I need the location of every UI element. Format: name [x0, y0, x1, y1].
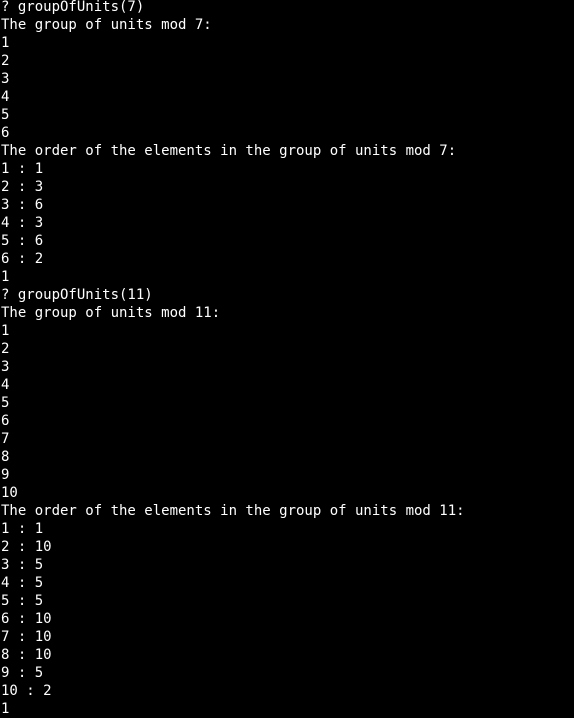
terminal-line: The group of units mod 11: [1, 305, 221, 321]
terminal-line: 9 : 5 [1, 665, 44, 681]
terminal-output[interactable]: ? groupOfUnits(7) The group of units mod… [0, 0, 574, 718]
terminal-line: 3 : 5 [1, 557, 44, 573]
terminal-line: 1 [1, 269, 10, 285]
terminal-line: 7 : 10 [1, 629, 52, 645]
terminal-line: 10 : 2 [1, 683, 52, 699]
terminal-line: 1 : 1 [1, 161, 44, 177]
terminal-line: 5 [1, 107, 10, 123]
terminal-line: 6 [1, 125, 10, 141]
terminal-line: 3 [1, 71, 10, 87]
terminal-line: 5 : 5 [1, 593, 44, 609]
terminal-line: 10 [1, 485, 18, 501]
terminal-line: 7 [1, 431, 10, 447]
terminal-line: 6 : 2 [1, 251, 44, 267]
terminal-line: ? groupOfUnits(7) [1, 0, 145, 15]
terminal-line: 2 [1, 341, 10, 357]
terminal-line: ? groupOfUnits(11) [1, 287, 153, 303]
terminal-line: 3 [1, 359, 10, 375]
terminal-line: 6 [1, 413, 10, 429]
terminal-line: 4 [1, 377, 10, 393]
terminal-line: 1 [1, 323, 10, 339]
terminal-line: 4 : 3 [1, 215, 44, 231]
terminal-line: The order of the elements in the group o… [1, 503, 465, 519]
terminal-line: 4 : 5 [1, 575, 44, 591]
terminal-line: 3 : 6 [1, 197, 44, 213]
terminal-line: 9 [1, 467, 10, 483]
terminal-line: 2 : 10 [1, 539, 52, 555]
terminal-line: 1 [1, 701, 10, 717]
terminal-line: 8 : 10 [1, 647, 52, 663]
terminal-line: 2 [1, 53, 10, 69]
terminal-line: 1 : 1 [1, 521, 44, 537]
terminal-line: The group of units mod 7: [1, 17, 212, 33]
terminal-line: 5 : 6 [1, 233, 44, 249]
terminal-line: 8 [1, 449, 10, 465]
terminal-line: 2 : 3 [1, 179, 44, 195]
terminal-line: 6 : 10 [1, 611, 52, 627]
terminal-line: The order of the elements in the group o… [1, 143, 457, 159]
terminal-line: 1 [1, 35, 10, 51]
terminal-line: 5 [1, 395, 10, 411]
terminal-line: 4 [1, 89, 10, 105]
